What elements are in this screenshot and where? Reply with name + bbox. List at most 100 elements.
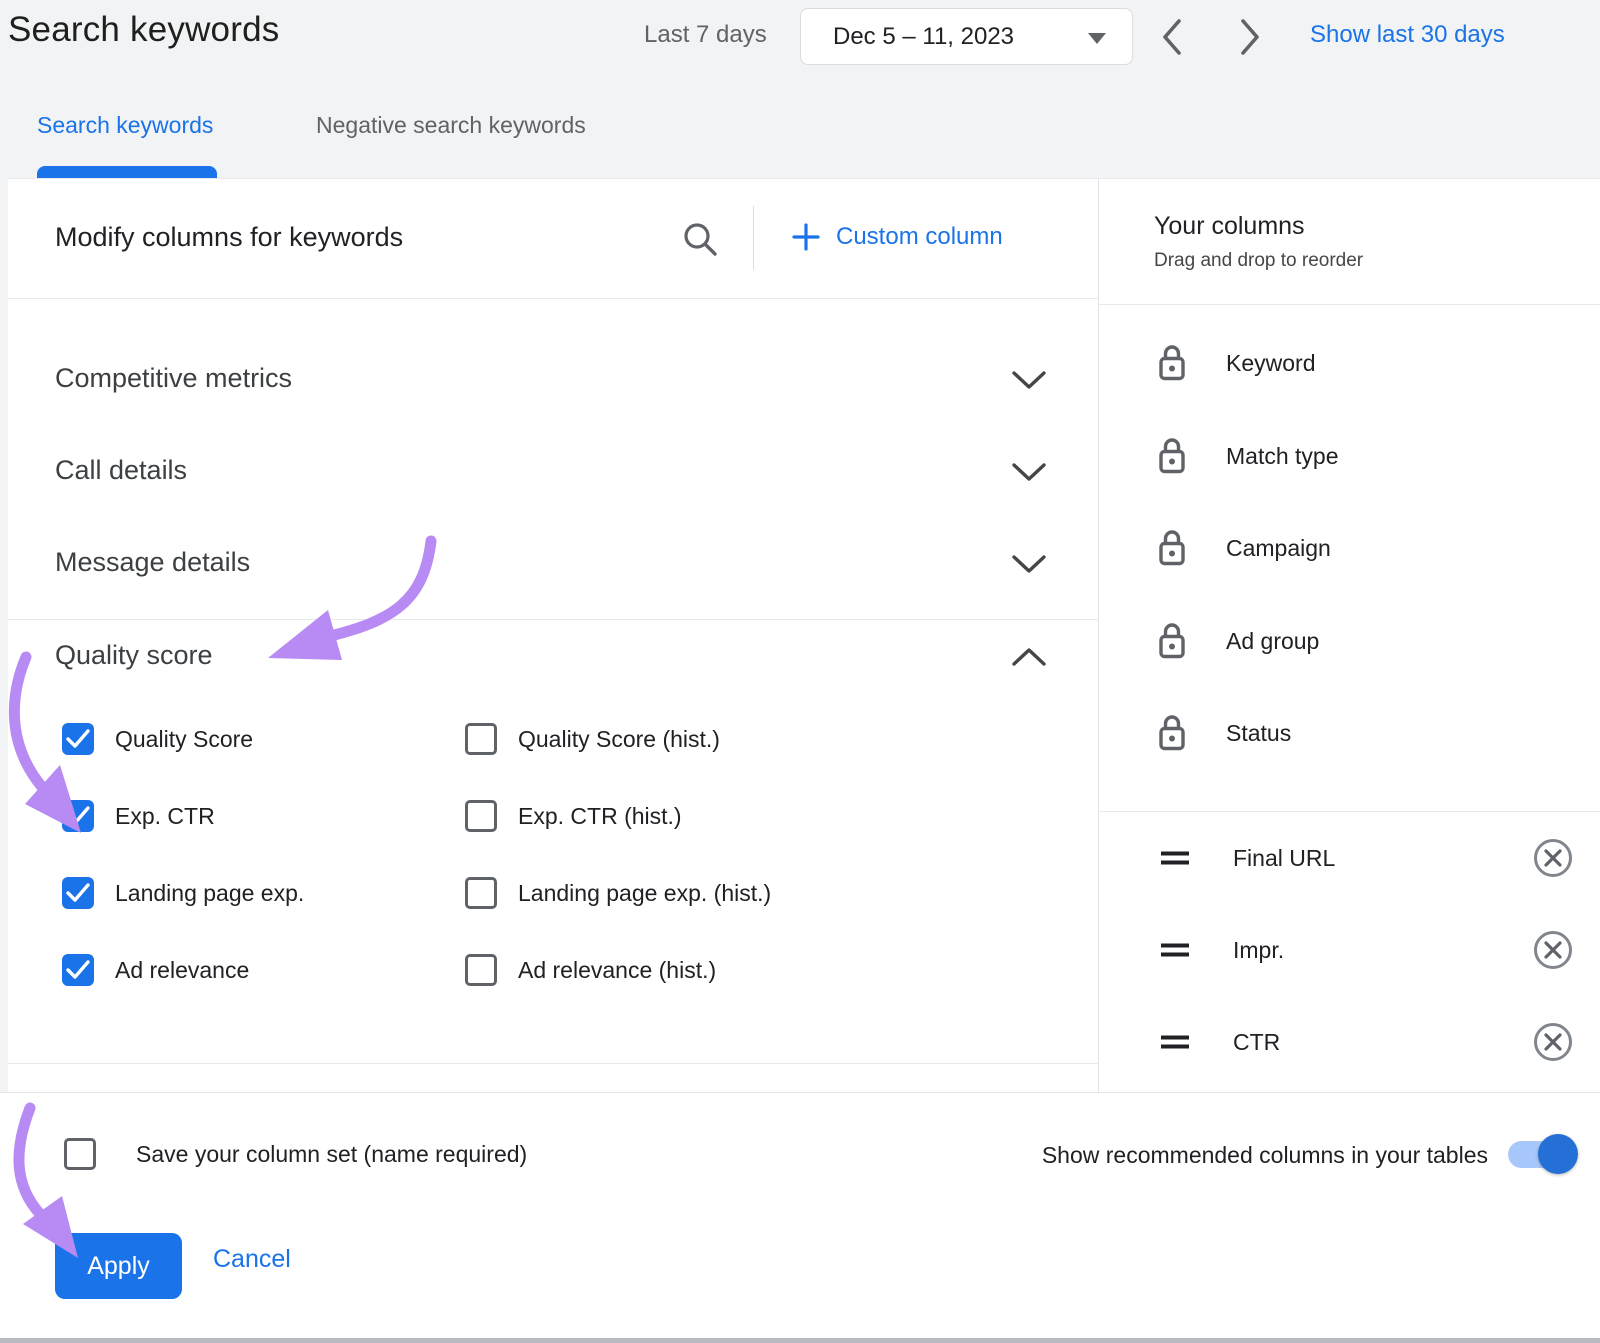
remove-icon	[1532, 1021, 1574, 1063]
column-label: Keyword	[1226, 350, 1315, 377]
date-range-label: Last 7 days	[644, 21, 767, 49]
chevron-right-icon	[1243, 21, 1257, 53]
drag-handle-icon[interactable]	[1158, 850, 1192, 866]
dropdown-caret-icon	[1088, 33, 1106, 44]
your-columns-panel: Your columns Drag and drop to reorder Ke…	[1098, 178, 1600, 1092]
your-columns-title: Your columns	[1154, 212, 1305, 241]
exp-ctr-checkbox[interactable]	[62, 800, 94, 832]
chevron-left-icon	[1165, 21, 1179, 53]
lock-icon	[1156, 528, 1188, 568]
drag-handle-icon[interactable]	[1158, 1034, 1192, 1050]
section-competitive-metrics[interactable]: Competitive metrics	[55, 363, 292, 394]
option-exp-ctr[interactable]: Exp. CTR	[62, 800, 215, 832]
check-icon	[65, 958, 91, 982]
check-icon	[65, 881, 91, 905]
footer-bar: Save your column set (name required) Sho…	[0, 1092, 1600, 1338]
tab-negative-search-keywords[interactable]: Negative search keywords	[316, 112, 586, 146]
custom-column-label: Custom column	[836, 223, 1003, 251]
section-message-details[interactable]: Message details	[55, 547, 250, 578]
save-column-set-checkbox[interactable]	[64, 1138, 96, 1170]
option-label: Ad relevance	[115, 957, 249, 984]
previous-period-button[interactable]	[1158, 17, 1188, 57]
page-title: Search keywords	[8, 10, 279, 50]
remove-column-button[interactable]	[1532, 1021, 1574, 1063]
section-call-details[interactable]: Call details	[55, 455, 187, 486]
column-label: Match type	[1226, 443, 1339, 470]
remove-icon	[1532, 837, 1574, 879]
option-label: Quality Score	[115, 726, 253, 753]
option-landing-page-exp[interactable]: Landing page exp.	[62, 877, 304, 909]
ad-relevance-checkbox[interactable]	[62, 954, 94, 986]
remove-column-button[interactable]	[1532, 929, 1574, 971]
recommended-columns-toggle[interactable]	[1508, 1134, 1578, 1174]
check-icon	[65, 804, 91, 828]
header-divider	[753, 206, 754, 270]
expand-call-details-button[interactable]	[1010, 461, 1048, 483]
quality-score-checkbox[interactable]	[62, 723, 94, 755]
landing-page-exp-hist-checkbox[interactable]	[465, 877, 497, 909]
collapse-quality-score-button[interactable]	[1010, 646, 1048, 668]
option-quality-score-hist[interactable]: Quality Score (hist.)	[465, 723, 720, 755]
column-label: Impr.	[1233, 937, 1284, 964]
chevron-down-icon	[1014, 557, 1044, 571]
check-icon	[65, 727, 91, 751]
column-label: Ad group	[1226, 628, 1319, 655]
ad-relevance-hist-checkbox[interactable]	[465, 954, 497, 986]
modify-columns-title: Modify columns for keywords	[55, 222, 403, 253]
divider	[8, 619, 1098, 620]
column-label: Final URL	[1233, 845, 1335, 872]
apply-button[interactable]: Apply	[55, 1233, 182, 1299]
divider	[1099, 811, 1600, 812]
modify-columns-page: Search keywords Last 7 days Dec 5 – 11, …	[0, 0, 1600, 1343]
lock-icon	[1156, 713, 1188, 753]
exp-ctr-hist-checkbox[interactable]	[465, 800, 497, 832]
option-exp-ctr-hist[interactable]: Exp. CTR (hist.)	[465, 800, 682, 832]
tab-search-keywords[interactable]: Search keywords	[37, 112, 213, 146]
option-quality-score[interactable]: Quality Score	[62, 723, 253, 755]
toggle-knob	[1538, 1134, 1578, 1174]
save-column-set-option[interactable]: Save your column set (name required)	[64, 1138, 527, 1170]
divider	[8, 298, 1098, 299]
option-label: Exp. CTR	[115, 803, 215, 830]
remove-column-button[interactable]	[1532, 837, 1574, 879]
option-label: Ad relevance (hist.)	[518, 957, 716, 984]
chevron-down-icon	[1014, 465, 1044, 479]
divider	[1099, 304, 1600, 305]
cancel-button[interactable]: Cancel	[213, 1245, 291, 1274]
quality-score-hist-checkbox[interactable]	[465, 723, 497, 755]
option-label: Quality Score (hist.)	[518, 726, 720, 753]
search-icon	[680, 219, 720, 259]
lock-icon	[1156, 621, 1188, 661]
next-period-button[interactable]	[1234, 17, 1264, 57]
column-label: Campaign	[1226, 535, 1331, 562]
date-range-value: Dec 5 – 11, 2023	[833, 23, 1014, 51]
section-quality-score[interactable]: Quality score	[55, 640, 213, 671]
search-columns-button[interactable]	[680, 219, 720, 259]
option-label: Landing page exp. (hist.)	[518, 880, 771, 907]
column-label: Status	[1226, 720, 1291, 747]
drag-handle-icon[interactable]	[1158, 942, 1192, 958]
remove-icon	[1532, 929, 1574, 971]
option-ad-relevance-hist[interactable]: Ad relevance (hist.)	[465, 954, 716, 986]
lock-icon	[1156, 436, 1188, 476]
chevron-up-icon	[1014, 650, 1044, 664]
option-ad-relevance[interactable]: Ad relevance	[62, 954, 249, 986]
date-range-select[interactable]: Dec 5 – 11, 2023	[800, 8, 1133, 65]
modify-columns-panel: Modify columns for keywords Custom colum…	[8, 178, 1098, 1092]
chevron-down-icon	[1014, 373, 1044, 387]
custom-column-button[interactable]: Custom column	[790, 221, 1003, 253]
option-label: Landing page exp.	[115, 880, 304, 907]
save-column-set-label: Save your column set (name required)	[136, 1141, 527, 1168]
option-label: Exp. CTR (hist.)	[518, 803, 682, 830]
plus-icon	[790, 221, 822, 253]
option-landing-page-exp-hist[interactable]: Landing page exp. (hist.)	[465, 877, 771, 909]
show-last-30-days-link[interactable]: Show last 30 days	[1310, 21, 1505, 49]
column-label: CTR	[1233, 1029, 1280, 1056]
recommended-columns-label: Show recommended columns in your tables	[1042, 1142, 1488, 1169]
page-bottom-edge	[0, 1338, 1600, 1343]
divider	[8, 1063, 1098, 1064]
landing-page-exp-checkbox[interactable]	[62, 877, 94, 909]
your-columns-subtitle: Drag and drop to reorder	[1154, 250, 1363, 272]
expand-message-details-button[interactable]	[1010, 553, 1048, 575]
expand-competitive-metrics-button[interactable]	[1010, 369, 1048, 391]
